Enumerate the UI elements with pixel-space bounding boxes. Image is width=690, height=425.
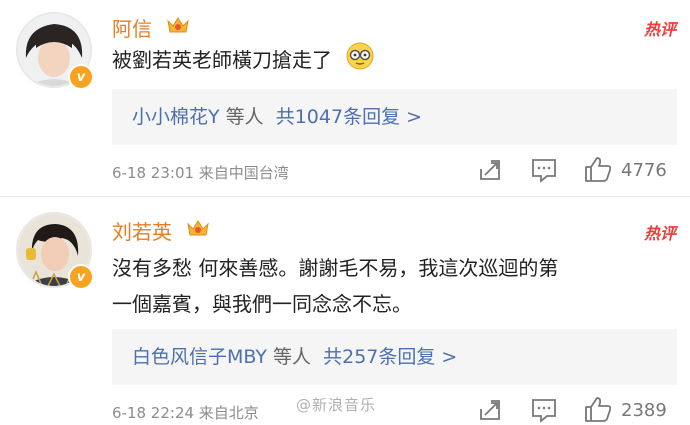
reply-count-link[interactable]: 共1047条回复 > <box>276 106 422 128</box>
comment-item: v 阿信 热评 被劉若英老師橫刀搶走了 小小棉花Y 等人 共1047条回复 > … <box>0 0 690 196</box>
reply-users[interactable]: 小小棉花Y <box>132 106 220 128</box>
username[interactable]: 刘若英 <box>112 216 172 245</box>
comment-icon[interactable] <box>530 157 558 183</box>
comment-text-line: 沒有多愁 何來善感。謝謝毛不易，我這次巡迴的第 <box>112 256 559 280</box>
crown-icon <box>167 17 189 33</box>
comment-text: 沒有多愁 何來善感。謝謝毛不易，我這次巡迴的第 一個嘉賓，與我們一同念念不忘。 <box>112 250 657 322</box>
avatar[interactable]: v <box>16 12 94 90</box>
hot-comment-badge: 热评 <box>643 20 676 39</box>
comment-text-line: 一個嘉賓，與我們一同念念不忘。 <box>112 292 412 316</box>
like-icon[interactable] <box>583 155 613 183</box>
share-icon[interactable] <box>477 397 503 423</box>
reply-users[interactable]: 白色风信子MBY <box>132 346 267 368</box>
username[interactable]: 阿信 <box>112 13 152 42</box>
like-count: 2389 <box>621 400 667 421</box>
reply-suffix: 等人 <box>225 106 264 128</box>
comment-text: 被劉若英老師橫刀搶走了 <box>112 42 657 81</box>
comment-icon[interactable] <box>530 397 558 423</box>
reply-suffix: 等人 <box>273 346 312 368</box>
reply-preview[interactable]: 小小棉花Y 等人 共1047条回复 > <box>112 89 677 145</box>
hot-comment-badge: 热评 <box>643 224 676 243</box>
comment-meta: 6-18 22:24 来自北京 <box>112 404 259 422</box>
comment-meta: 6-18 23:01 来自中国台湾 <box>112 164 289 182</box>
like-count: 4776 <box>621 160 667 181</box>
reply-count-link[interactable]: 共257条回复 > <box>323 346 457 368</box>
watermark: @新浪音乐 <box>296 396 377 414</box>
like-icon[interactable] <box>583 395 613 423</box>
comment-text-content: 被劉若英老師橫刀搶走了 <box>112 48 332 72</box>
crown-icon <box>187 220 209 236</box>
verified-badge: v <box>68 264 94 290</box>
avatar[interactable]: v <box>16 212 94 290</box>
comment-item: v 刘若英 热评 沒有多愁 何來善感。謝謝毛不易，我這次巡迴的第 一個嘉賓，與我… <box>0 197 690 425</box>
share-icon[interactable] <box>477 157 503 183</box>
emoji-icon <box>346 42 374 81</box>
reply-preview[interactable]: 白色风信子MBY 等人 共257条回复 > <box>112 329 677 385</box>
verified-badge: v <box>68 64 94 90</box>
